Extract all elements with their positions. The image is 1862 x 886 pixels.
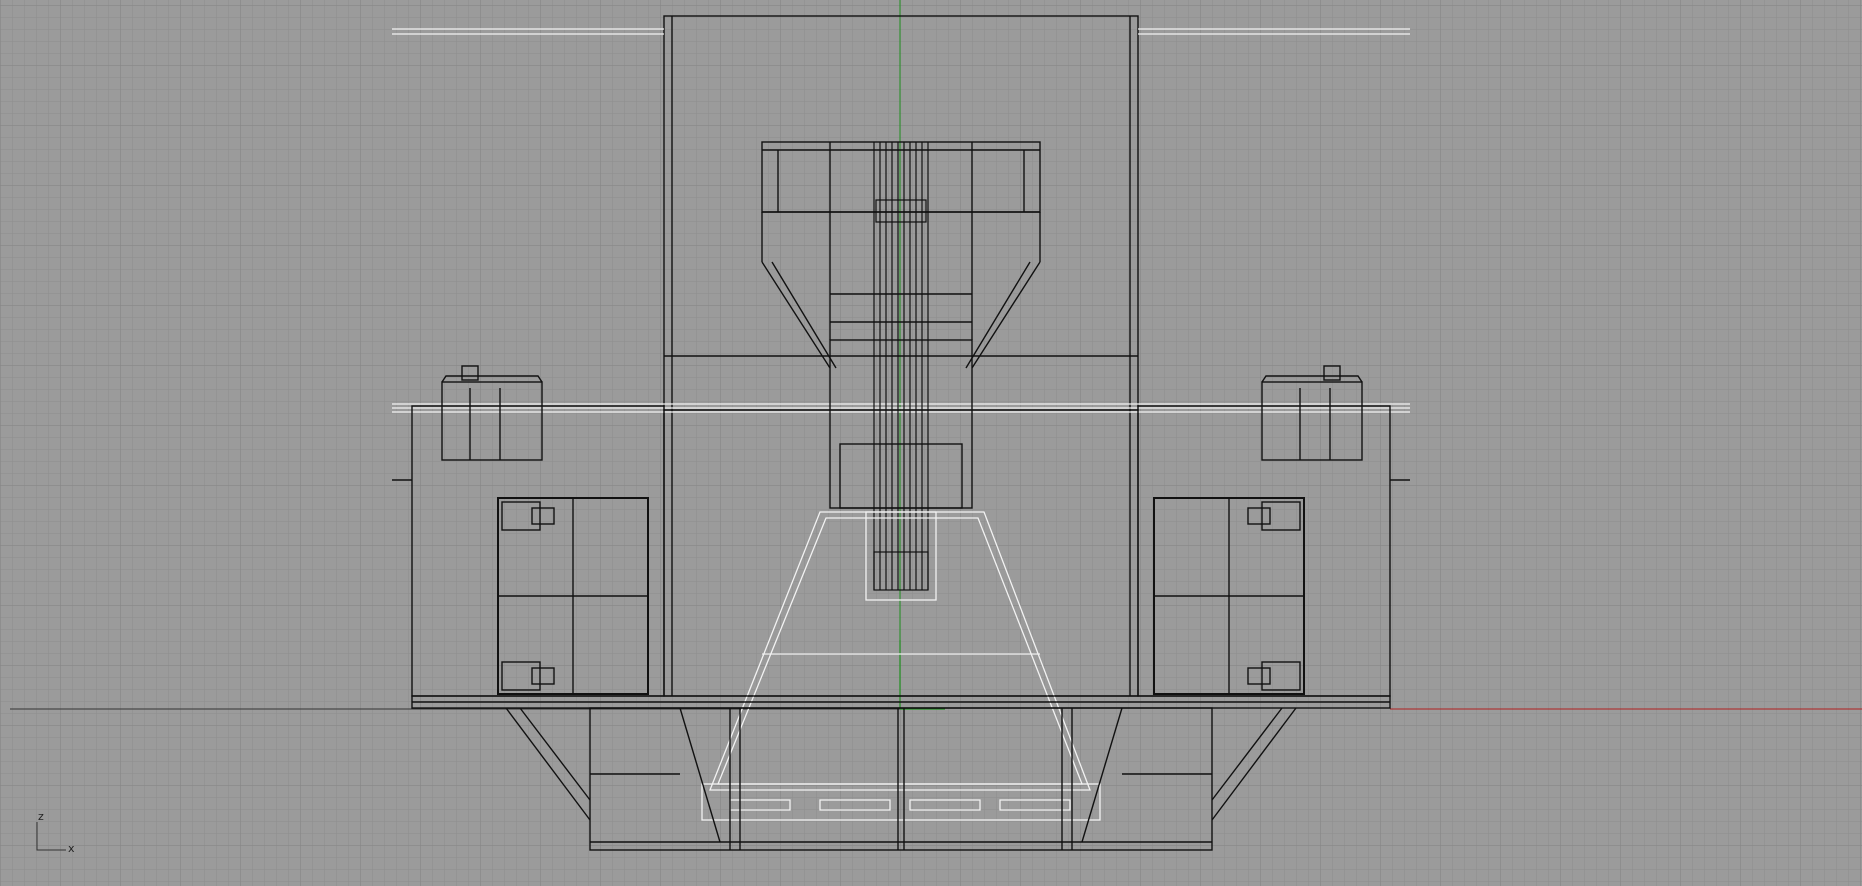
grid-major <box>0 0 1862 886</box>
triad-z-label: z <box>38 810 44 823</box>
front-viewport[interactable]: z x <box>0 0 1862 886</box>
triad-x-label: x <box>68 842 75 855</box>
wireframe-canvas[interactable] <box>0 0 1862 886</box>
